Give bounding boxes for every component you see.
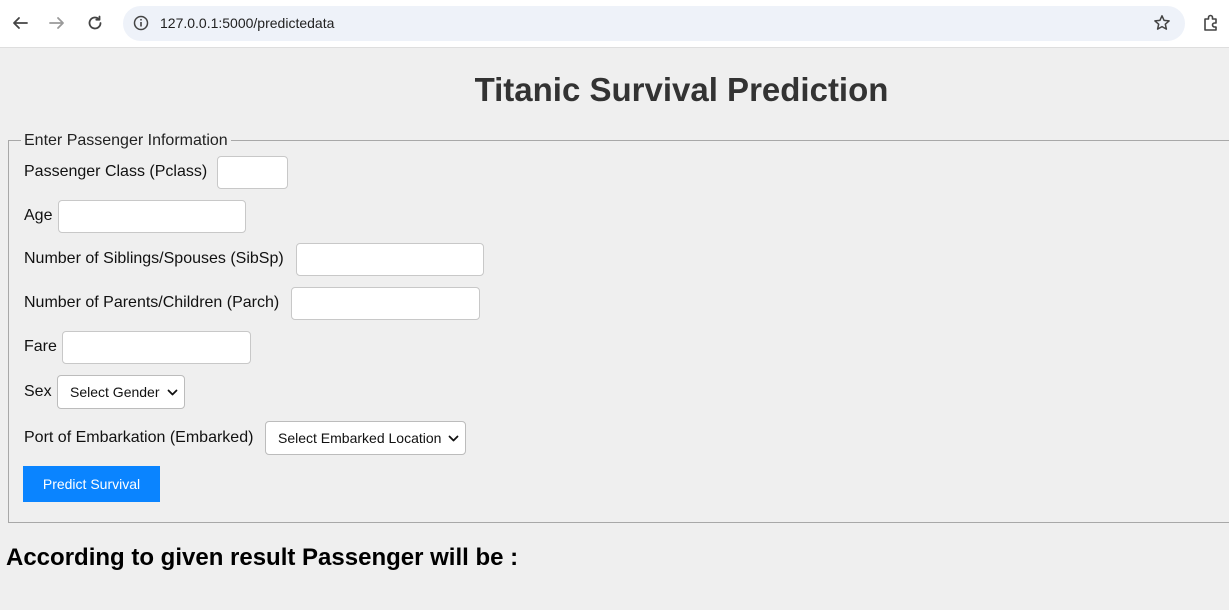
sex-select-value: Select Gender <box>70 384 160 400</box>
reload-icon <box>88 15 102 30</box>
parch-input[interactable] <box>291 287 480 320</box>
sibsp-label: Number of Siblings/Spouses (SibSp) <box>24 250 284 267</box>
fieldset-legend: Enter Passenger Information <box>21 131 231 151</box>
chevron-down-icon <box>448 435 459 442</box>
result-heading: According to given result Passenger will… <box>6 544 519 571</box>
fare-input[interactable] <box>62 331 251 364</box>
page-title: Titanic Survival Prediction <box>474 71 889 108</box>
age-input[interactable] <box>58 200 246 233</box>
age-label: Age <box>24 207 53 224</box>
browser-toolbar: 127.0.0.1:5000/predictedata <box>0 0 1229 48</box>
predict-survival-button[interactable]: Predict Survival <box>23 466 160 502</box>
passenger-info-fieldset: Enter Passenger Information Passenger Cl… <box>8 131 1229 523</box>
parch-label: Number of Parents/Children (Parch) <box>24 294 280 311</box>
pclass-label: Passenger Class (Pclass) <box>24 163 208 180</box>
back-button[interactable] <box>6 9 34 37</box>
chevron-down-icon <box>167 389 178 396</box>
sex-label: Sex <box>24 383 52 400</box>
forward-arrow-icon <box>49 17 64 29</box>
address-bar[interactable]: 127.0.0.1:5000/predictedata <box>123 6 1185 41</box>
embarked-select-value: Select Embarked Location <box>278 430 442 446</box>
back-arrow-icon <box>13 17 28 29</box>
pclass-input[interactable] <box>217 156 288 189</box>
embarked-label: Port of Embarkation (Embarked) <box>24 429 254 446</box>
fare-label: Fare <box>24 338 57 355</box>
bookmark-star-icon[interactable] <box>1153 14 1171 32</box>
url-text[interactable]: 127.0.0.1:5000/predictedata <box>160 15 334 32</box>
sibsp-input[interactable] <box>296 243 484 276</box>
extensions-icon[interactable] <box>1201 13 1221 33</box>
forward-button[interactable] <box>43 9 71 37</box>
reload-button[interactable] <box>81 9 109 37</box>
embarked-select[interactable]: Select Embarked Location <box>265 421 466 455</box>
site-info-icon[interactable] <box>133 15 149 31</box>
sex-select[interactable]: Select Gender <box>57 375 185 409</box>
